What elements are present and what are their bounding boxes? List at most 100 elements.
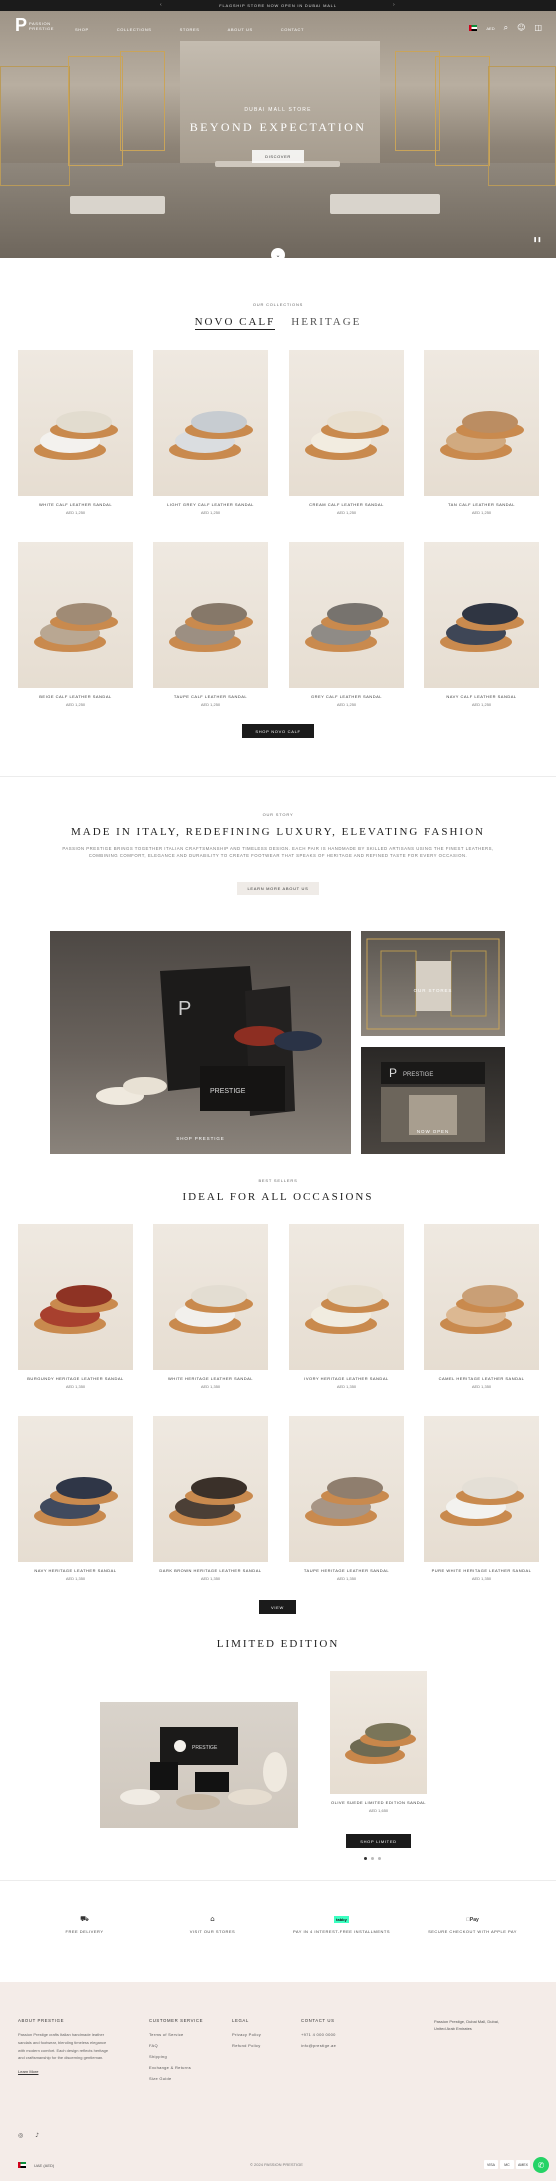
footer-link-faq[interactable]: FAQ bbox=[149, 2043, 203, 2048]
bestseller-product-card[interactable]: PURE WHITE HERITAGE LEATHER SANDAL AED 1,… bbox=[424, 1416, 539, 1581]
limited-edition-image[interactable]: PRESTIGE bbox=[100, 1702, 298, 1828]
product-image bbox=[18, 542, 133, 688]
brand-logo[interactable]: P PASSION PRESTIGE bbox=[15, 15, 53, 37]
sandal-illustration bbox=[305, 1285, 389, 1334]
account-icon[interactable]: ☺ bbox=[517, 24, 525, 32]
nav-item-about[interactable]: ABOUT US bbox=[228, 27, 253, 32]
view-button[interactable]: VIEW bbox=[259, 1600, 296, 1614]
product-name[interactable]: WHITE HERITAGE LEATHER SANDAL bbox=[153, 1376, 268, 1381]
product-image bbox=[424, 350, 539, 496]
tiktok-icon[interactable]: ♪ bbox=[35, 2132, 39, 2139]
flag-uae-icon[interactable] bbox=[18, 2162, 26, 2168]
logo-mark: P bbox=[15, 15, 28, 35]
product-name[interactable]: LIGHT GREY CALF LEATHER SANDAL bbox=[153, 502, 268, 507]
search-icon[interactable]: ⌕ bbox=[504, 24, 508, 32]
product-name[interactable]: GREY CALF LEATHER SANDAL bbox=[289, 694, 404, 699]
product-name[interactable]: DARK BROWN HERITAGE LEATHER SANDAL bbox=[153, 1568, 268, 1573]
nav-item-collections[interactable]: COLLECTIONS bbox=[117, 27, 152, 32]
product-image bbox=[18, 1416, 133, 1562]
footer-link-refund[interactable]: Refund Policy bbox=[232, 2043, 261, 2048]
about-eyebrow: OUR STORY bbox=[262, 812, 294, 817]
chevron-right-icon[interactable]: › bbox=[393, 2, 395, 8]
sandal-illustration bbox=[305, 1477, 389, 1526]
nav-item-contact[interactable]: CONTACT bbox=[281, 27, 304, 32]
footer-about-body: Passion Prestige crafts Italian handmade… bbox=[18, 2032, 109, 2061]
novo-product-card[interactable]: TAUPE CALF LEATHER SANDAL AED 1,250 bbox=[153, 542, 268, 707]
cart-icon[interactable]: ◫ bbox=[534, 24, 542, 32]
sandal-illustration bbox=[305, 411, 389, 460]
footer-learn-more-link[interactable]: Learn More bbox=[18, 2068, 114, 2076]
bestseller-product-card[interactable]: IVORY HERITAGE LEATHER SANDAL AED 1,350 bbox=[289, 1224, 404, 1389]
hero-eyebrow: DUBAI MALL STORE bbox=[244, 107, 312, 113]
bestsellers-title: IDEAL FOR ALL OCCASIONS bbox=[182, 1191, 374, 1203]
sandal-illustration bbox=[169, 603, 253, 652]
footer-link-returns[interactable]: Exchange & Returns bbox=[149, 2065, 203, 2070]
footer-bottom-left: UAE (AED) bbox=[18, 2162, 54, 2168]
bestseller-product-card[interactable]: WHITE HERITAGE LEATHER SANDAL AED 1,350 bbox=[153, 1224, 268, 1389]
novo-product-card[interactable]: CREAM CALF LEATHER SANDAL AED 1,250 bbox=[289, 350, 404, 515]
product-name[interactable]: PURE WHITE HERITAGE LEATHER SANDAL bbox=[424, 1568, 539, 1573]
novo-product-card[interactable]: TAN CALF LEATHER SANDAL AED 1,250 bbox=[424, 350, 539, 515]
footer-col-contact: CONTACT US +971 4 000 0000 info@prestige… bbox=[301, 2018, 336, 2054]
hero-discover-button[interactable]: DISCOVER bbox=[252, 150, 304, 163]
product-name[interactable]: BURGUNDY HERITAGE LEATHER SANDAL bbox=[18, 1376, 133, 1381]
novo-product-card[interactable]: WHITE CALF LEATHER SANDAL AED 1,250 bbox=[18, 350, 133, 515]
carousel-dot-2[interactable] bbox=[371, 1857, 374, 1860]
now-open-block[interactable]: P PRESTIGE NOW OPEN bbox=[361, 1047, 505, 1154]
feature-delivery: ⛟ FREE DELIVERY bbox=[15, 1915, 154, 1934]
shop-novo-calf-button[interactable]: SHOP NOVO CALF bbox=[242, 724, 314, 738]
pause-icon[interactable]: ❚❚ bbox=[533, 237, 541, 243]
product-name[interactable]: NAVY HERITAGE LEATHER SANDAL bbox=[18, 1568, 133, 1573]
scroll-down-icon[interactable]: ⌄ bbox=[271, 248, 285, 262]
footer-link-size-guide[interactable]: Size Guide bbox=[149, 2076, 203, 2081]
product-image bbox=[289, 1224, 404, 1370]
carousel-dot-1[interactable] bbox=[364, 1857, 367, 1860]
product-name[interactable]: IVORY HERITAGE LEATHER SANDAL bbox=[289, 1376, 404, 1381]
limited-product-card[interactable]: OLIVE SUEDE LIMITED EDITION SANDAL AED 1… bbox=[330, 1671, 427, 1813]
novo-product-card[interactable]: NAVY CALF LEATHER SANDAL AED 1,250 bbox=[424, 542, 539, 707]
product-name[interactable]: TAN CALF LEATHER SANDAL bbox=[424, 502, 539, 507]
product-name[interactable]: NAVY CALF LEATHER SANDAL bbox=[424, 694, 539, 699]
tab-novo-calf[interactable]: NOVO CALF bbox=[194, 316, 276, 330]
limited-product-name[interactable]: OLIVE SUEDE LIMITED EDITION SANDAL bbox=[330, 1800, 427, 1805]
product-image bbox=[289, 350, 404, 496]
product-name[interactable]: CAMEL HERITAGE LEATHER SANDAL bbox=[424, 1376, 539, 1381]
learn-more-button[interactable]: LEARN MORE ABOUT US bbox=[237, 882, 319, 895]
nav-item-stores[interactable]: STORES bbox=[180, 27, 200, 32]
footer-link-phone[interactable]: +971 4 000 0000 bbox=[301, 2032, 336, 2037]
product-name[interactable]: TAUPE HERITAGE LEATHER SANDAL bbox=[289, 1568, 404, 1573]
novo-product-card[interactable]: BEIGE CALF LEATHER SANDAL AED 1,250 bbox=[18, 542, 133, 707]
tab-heritage[interactable]: HERITAGE bbox=[291, 316, 361, 330]
footer-link-email[interactable]: info@prestige.ae bbox=[301, 2043, 336, 2048]
product-name[interactable]: BEIGE CALF LEATHER SANDAL bbox=[18, 694, 133, 699]
nav-item-shop[interactable]: SHOP bbox=[75, 27, 89, 32]
bestseller-product-card[interactable]: CAMEL HERITAGE LEATHER SANDAL AED 1,350 bbox=[424, 1224, 539, 1389]
novo-product-card[interactable]: GREY CALF LEATHER SANDAL AED 1,250 bbox=[289, 542, 404, 707]
carousel-dot-3[interactable] bbox=[378, 1857, 381, 1860]
footer-link-shipping[interactable]: Shipping bbox=[149, 2054, 203, 2059]
product-name[interactable]: WHITE CALF LEATHER SANDAL bbox=[18, 502, 133, 507]
product-name[interactable]: TAUPE CALF LEATHER SANDAL bbox=[153, 694, 268, 699]
bestseller-product-card[interactable]: BURGUNDY HERITAGE LEATHER SANDAL AED 1,35… bbox=[18, 1224, 133, 1389]
bestseller-product-card[interactable]: NAVY HERITAGE LEATHER SANDAL AED 1,350 bbox=[18, 1416, 133, 1581]
bestseller-product-card[interactable]: TAUPE HERITAGE LEATHER SANDAL AED 1,350 bbox=[289, 1416, 404, 1581]
sandal-illustration bbox=[169, 411, 253, 460]
footer-link-terms[interactable]: Terms of Service bbox=[149, 2032, 203, 2037]
currency-selector[interactable]: AED bbox=[486, 26, 494, 31]
product-price: AED 1,350 bbox=[200, 1384, 221, 1389]
whatsapp-icon[interactable]: ✆ bbox=[533, 2157, 549, 2173]
product-price: AED 1,250 bbox=[65, 510, 86, 515]
shop-prestige-block[interactable]: PRESTIGE P SHOP PRESTIGE bbox=[50, 931, 351, 1154]
our-stores-block[interactable]: OUR STORES bbox=[361, 931, 505, 1036]
bestseller-product-card[interactable]: DARK BROWN HERITAGE LEATHER SANDAL AED 1,… bbox=[153, 1416, 268, 1581]
flag-uae-icon[interactable] bbox=[469, 25, 478, 31]
product-image bbox=[18, 350, 133, 496]
shop-limited-button[interactable]: SHOP LIMITED bbox=[346, 1834, 411, 1848]
feature-applepay: Pay SECURE CHECKOUT WITH APPLE PAY bbox=[403, 1915, 542, 1934]
product-name[interactable]: CREAM CALF LEATHER SANDAL bbox=[289, 502, 404, 507]
novo-product-card[interactable]: LIGHT GREY CALF LEATHER SANDAL AED 1,250 bbox=[153, 350, 268, 515]
instagram-icon[interactable]: ◎ bbox=[18, 2132, 23, 2139]
footer-region[interactable]: UAE (AED) bbox=[34, 2163, 54, 2168]
chevron-left-icon[interactable]: ‹ bbox=[160, 2, 162, 8]
footer-link-privacy[interactable]: Privacy Policy bbox=[232, 2032, 261, 2037]
